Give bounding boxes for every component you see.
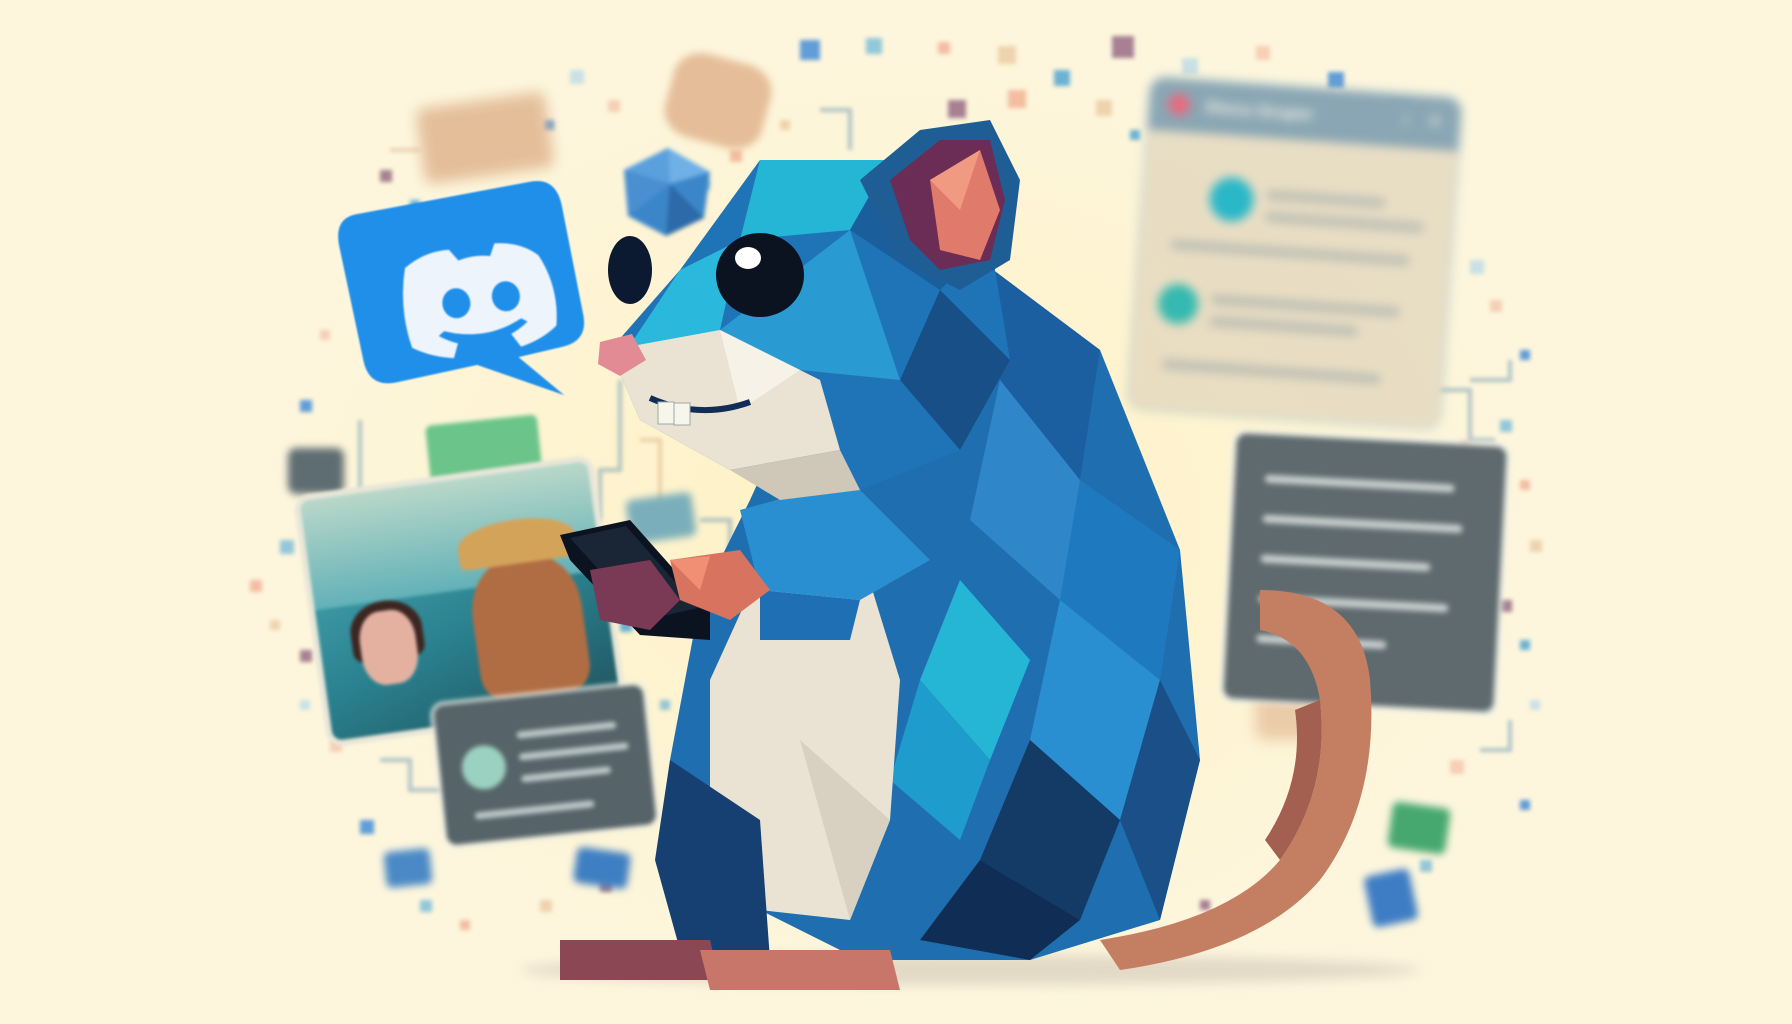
- close-icon[interactable]: ✕: [1427, 111, 1443, 133]
- rat-foot: [560, 940, 720, 980]
- chat-bubble-icon: [288, 448, 344, 494]
- envelope-icon: [383, 847, 433, 889]
- avatar: [459, 743, 509, 792]
- illustration-scene: Discu Gruper ↕ ✕: [0, 0, 1792, 1024]
- low-poly-rat: [560, 120, 1372, 990]
- rat-eye: [716, 233, 804, 317]
- rat-foot: [700, 950, 900, 990]
